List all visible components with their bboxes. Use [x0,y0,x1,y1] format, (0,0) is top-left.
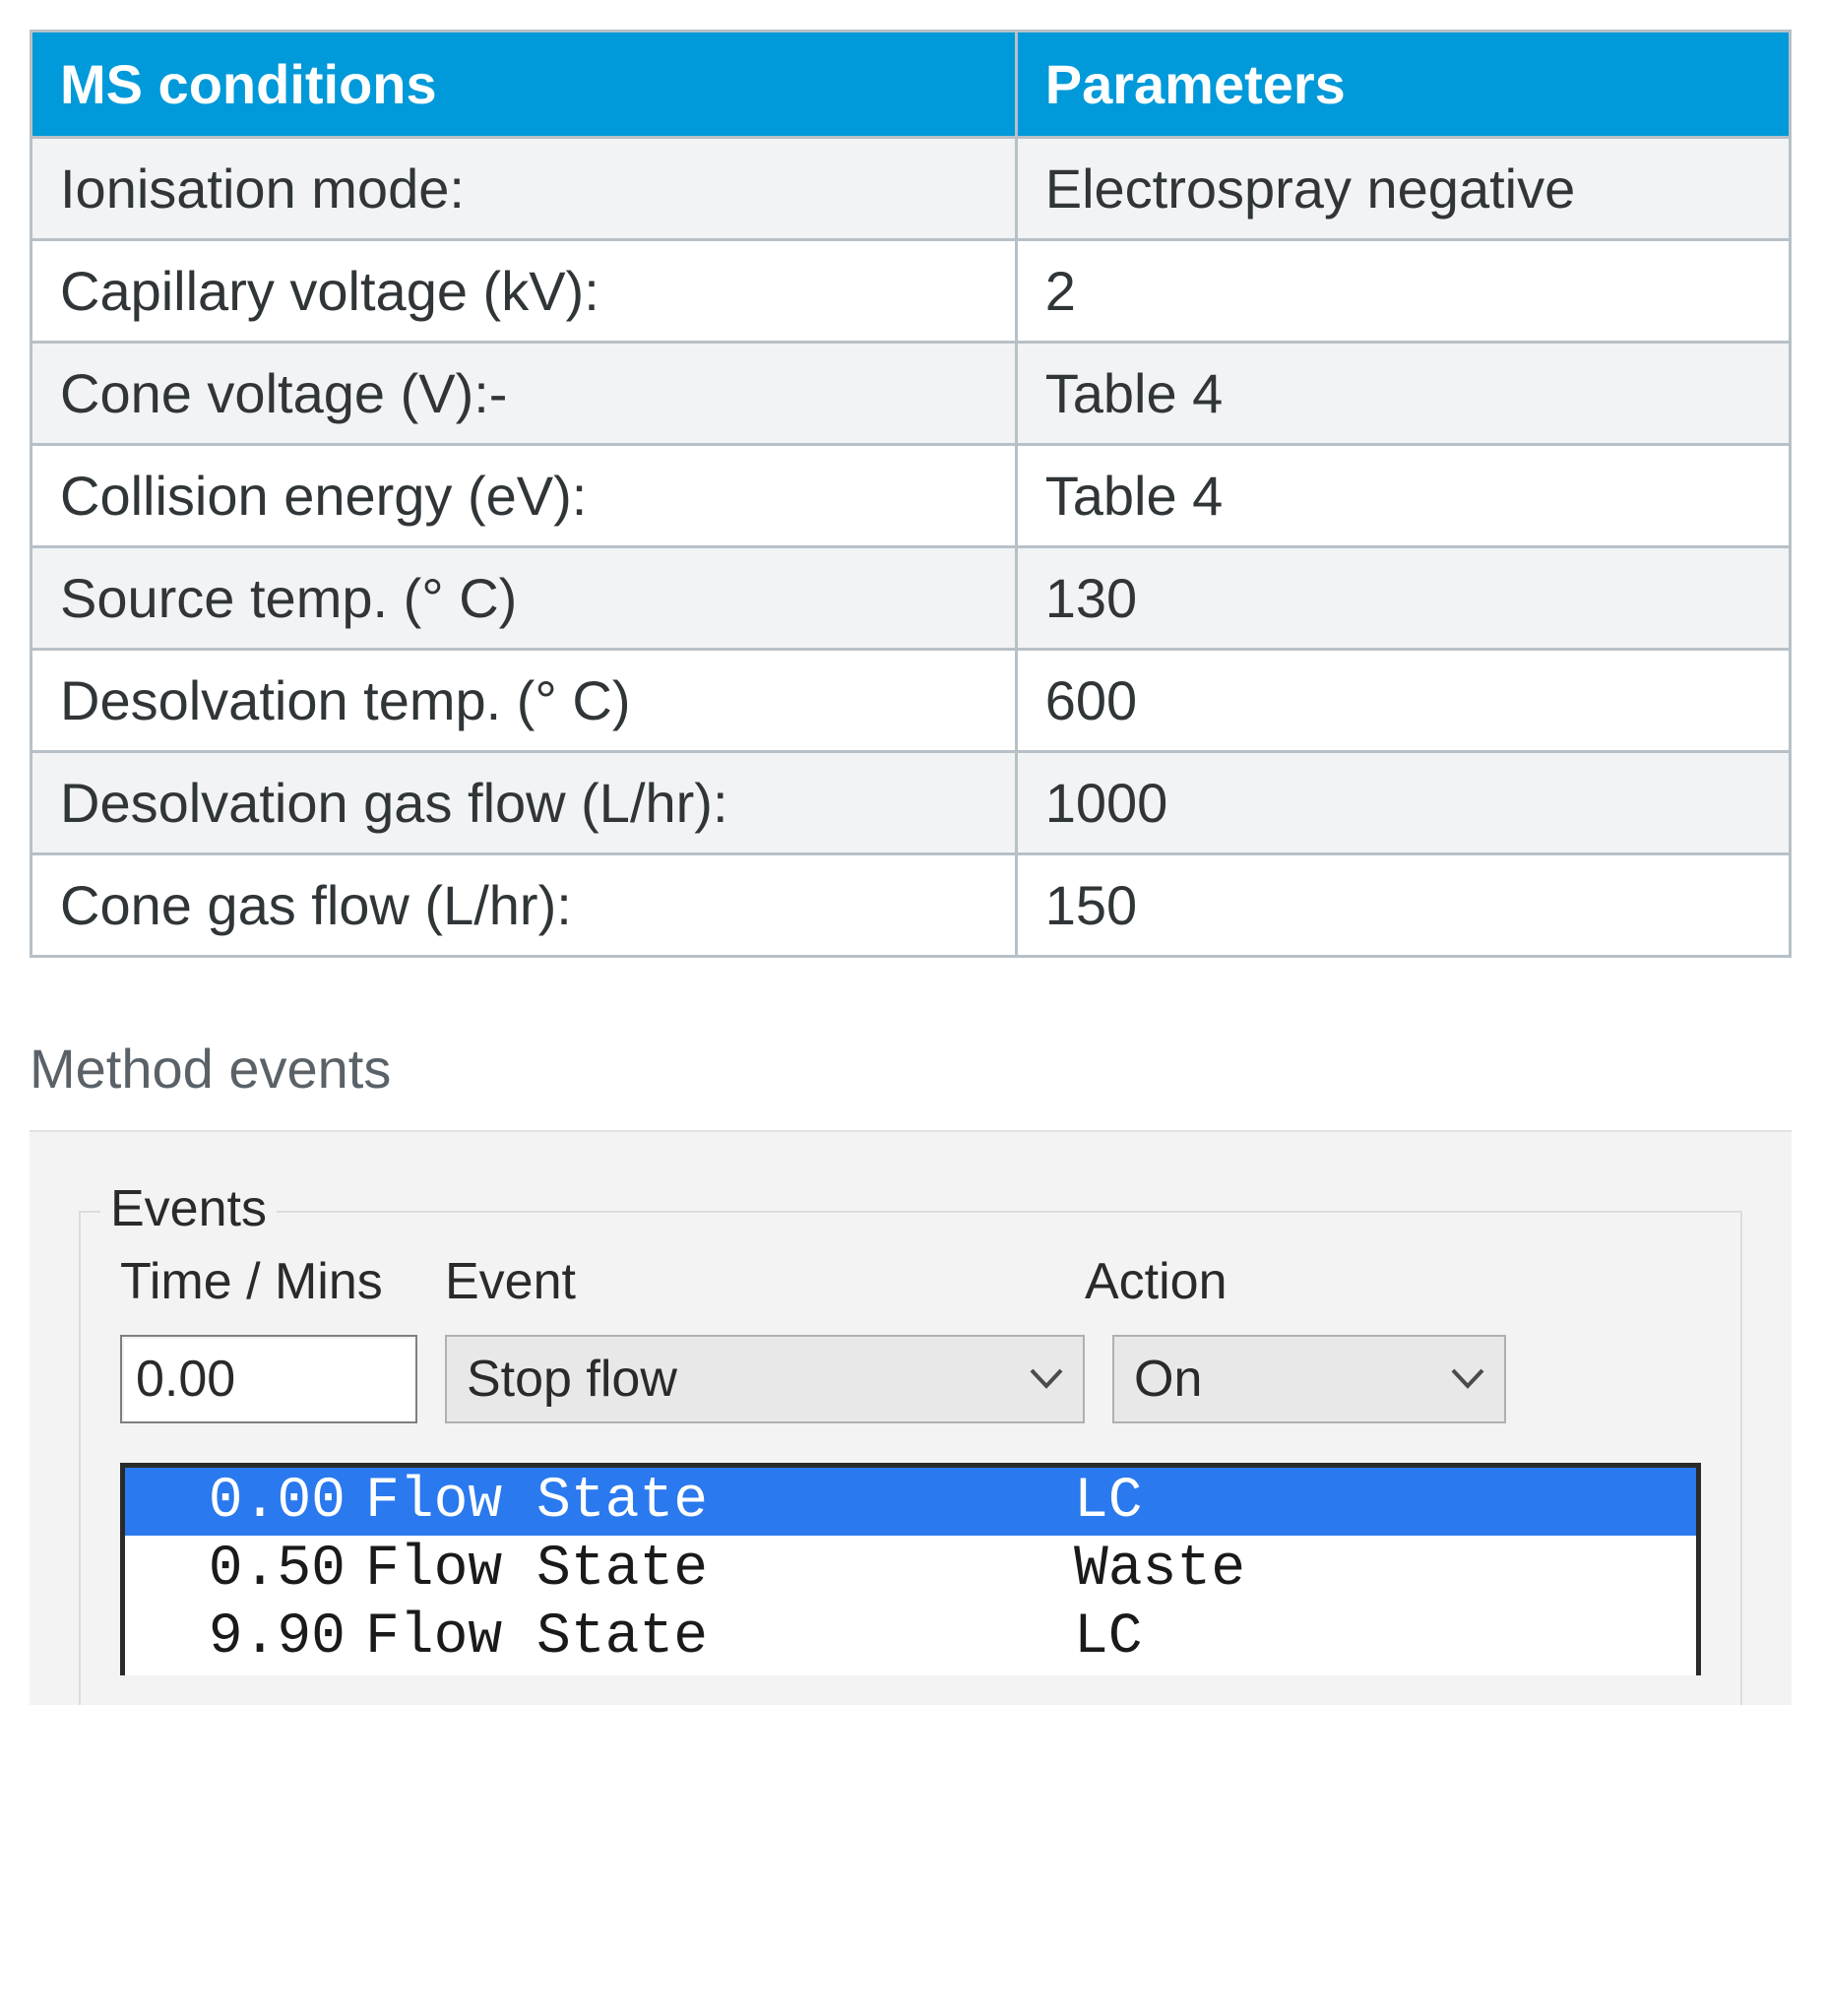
ms-row-label: Capillary voltage (kV): [31,240,1017,343]
table-row: Cone gas flow (L/hr): 150 [31,854,1791,957]
list-item-event: Flow State [365,1470,1074,1534]
ms-row-value: 600 [1016,650,1790,752]
chevron-down-icon [1030,1368,1063,1390]
list-item[interactable]: 0.50 Flow State Waste [125,1536,1696,1604]
ms-row-value: Electrospray negative [1016,138,1790,240]
table-row: Collision energy (eV): Table 4 [31,445,1791,547]
list-item-event: Flow State [365,1606,1074,1670]
action-combobox[interactable]: On [1112,1335,1506,1423]
header-event: Event [445,1252,1085,1311]
table-row: Desolvation temp. (° C) 600 [31,650,1791,752]
table-row: Source temp. (° C) 130 [31,547,1791,650]
header-action: Action [1085,1252,1479,1311]
events-listbox[interactable]: 0.00 Flow State LC 0.50 Flow State Waste… [120,1463,1701,1675]
events-panel: Events Time / Mins Event Action Stop flo… [30,1130,1792,1705]
ms-row-value: 1000 [1016,752,1790,854]
header-time: Time / Mins [120,1252,445,1311]
time-input[interactable] [120,1335,417,1423]
chevron-down-icon [1451,1368,1484,1390]
list-item-action: LC [1074,1606,1672,1670]
ms-table-header-right: Parameters [1016,32,1790,138]
events-headers-row: Time / Mins Event Action [120,1252,1701,1311]
method-events-title: Method events [30,1037,1796,1101]
ms-row-label: Desolvation temp. (° C) [31,650,1017,752]
ms-row-label: Source temp. (° C) [31,547,1017,650]
events-groupbox-legend: Events [100,1179,277,1238]
event-combobox[interactable]: Stop flow [445,1335,1085,1423]
list-item-action: Waste [1074,1538,1672,1602]
ms-row-value: Table 4 [1016,343,1790,445]
table-row: Ionisation mode: Electrospray negative [31,138,1791,240]
events-inputs-row: Stop flow On [120,1335,1701,1423]
table-row: Desolvation gas flow (L/hr): 1000 [31,752,1791,854]
events-groupbox: Events Time / Mins Event Action Stop flo… [79,1211,1742,1705]
ms-row-label: Collision energy (eV): [31,445,1017,547]
ms-table-header-left: MS conditions [31,32,1017,138]
event-combobox-text: Stop flow [467,1350,677,1409]
list-item[interactable]: 9.90 Flow State LC [125,1604,1696,1671]
ms-row-value: 150 [1016,854,1790,957]
ms-row-value: Table 4 [1016,445,1790,547]
table-row: Capillary voltage (kV): 2 [31,240,1791,343]
list-item-event: Flow State [365,1538,1074,1602]
list-item-time: 0.50 [149,1538,365,1602]
list-item[interactable]: 0.00 Flow State LC [125,1468,1696,1536]
ms-row-value: 130 [1016,547,1790,650]
list-item-action: LC [1074,1470,1672,1534]
action-combobox-text: On [1134,1350,1202,1409]
ms-row-label: Ionisation mode: [31,138,1017,240]
ms-row-value: 2 [1016,240,1790,343]
list-item-time: 9.90 [149,1606,365,1670]
ms-conditions-table: MS conditions Parameters Ionisation mode… [30,30,1792,958]
ms-row-label: Cone voltage (V):- [31,343,1017,445]
table-row: Cone voltage (V):- Table 4 [31,343,1791,445]
ms-row-label: Desolvation gas flow (L/hr): [31,752,1017,854]
list-item-time: 0.00 [149,1470,365,1534]
ms-row-label: Cone gas flow (L/hr): [31,854,1017,957]
